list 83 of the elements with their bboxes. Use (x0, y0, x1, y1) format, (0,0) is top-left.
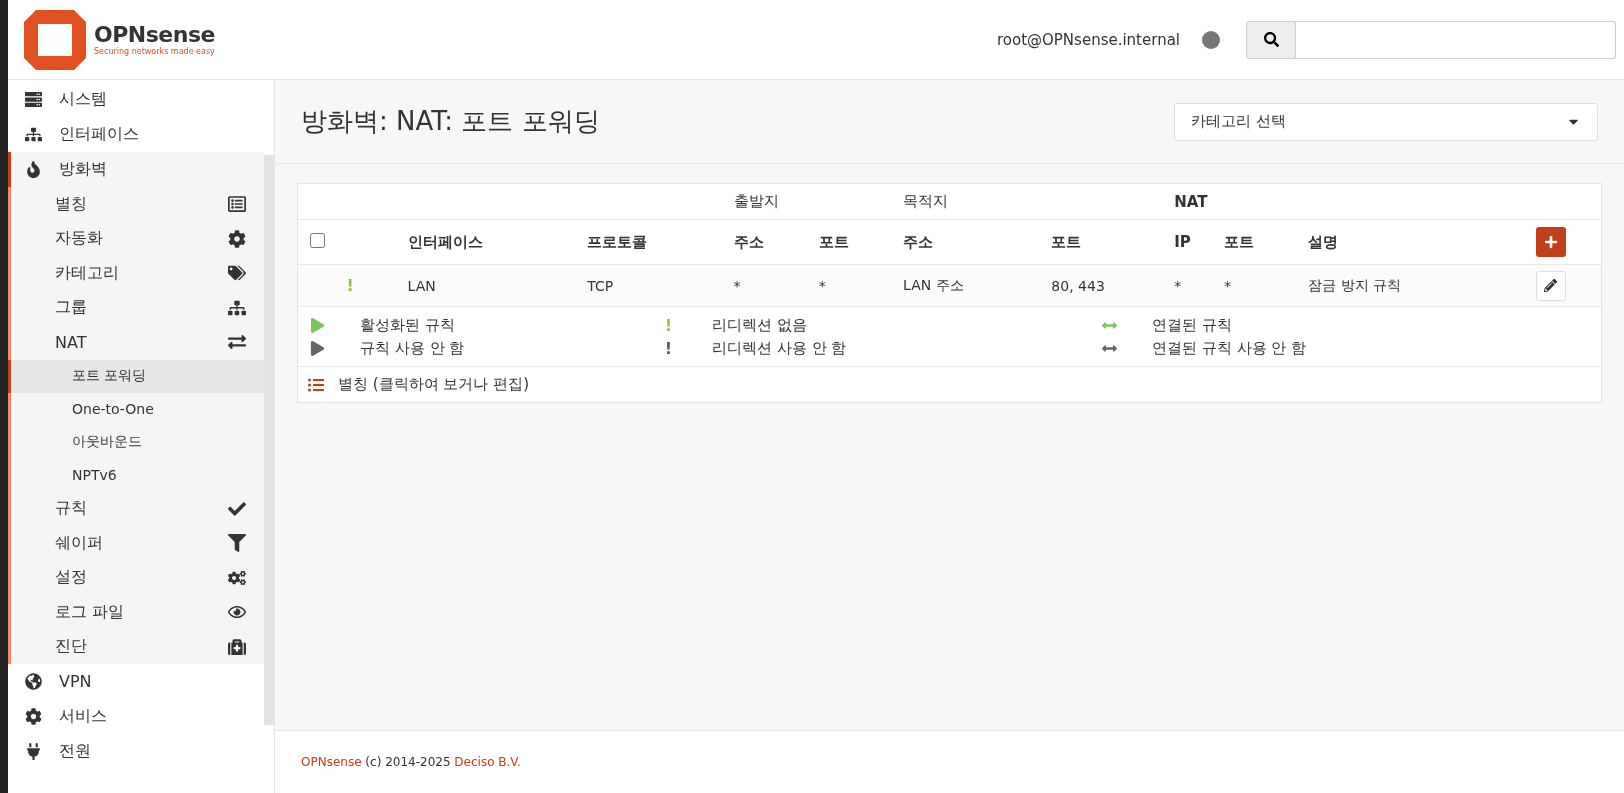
sidebar-item-icon (228, 264, 246, 283)
table-cell: LAN 주소 (903, 276, 964, 293)
page-title: 방화벽: NAT: 포트 포워딩 (301, 105, 601, 138)
search-field[interactable] (1296, 20, 1616, 59)
sidebar-item[interactable]: One-to-One (11, 392, 264, 426)
column-group-header: 목적지 (903, 192, 949, 210)
sidebar-item-icon (25, 673, 45, 690)
sidebar-item-icon (228, 568, 246, 587)
sidebar-item[interactable]: 로그 파일 (11, 595, 264, 630)
sidebar-item-icon (25, 126, 45, 143)
sidebar-item[interactable]: VPN (8, 664, 264, 699)
legend-label: 활성화된 규칙 (360, 316, 455, 335)
column-header: 인터페이스 (407, 232, 483, 251)
sidebar-item-icon (228, 333, 246, 352)
sidebar-item-icon (228, 499, 246, 518)
edit-button[interactable] (1535, 270, 1566, 301)
sidebar-item-icon (228, 534, 246, 553)
sidebar-item[interactable]: 규칙 (11, 491, 264, 526)
sidebar-item-icon (228, 195, 246, 214)
add-button[interactable] (1535, 227, 1566, 257)
table-cell: TCP (587, 277, 614, 294)
legend-label: 리디렉션 사용 안 함 (712, 339, 847, 358)
logo-name: OPNsense (94, 22, 215, 47)
table-cell: 80, 443 (1051, 277, 1105, 294)
sidebar-item-icon (25, 91, 45, 108)
alias-link[interactable]: 별칭 (클릭하여 보거나 편집) (338, 375, 529, 394)
sidebar-item[interactable]: 시스템 (8, 82, 264, 117)
sidebar-item-icon (228, 637, 246, 656)
scrollbar[interactable] (264, 155, 274, 725)
category-select[interactable]: 카테고리 선택 (1174, 102, 1598, 141)
column-header: 주소 (903, 232, 934, 251)
sidebar-item[interactable]: 인터페이스 (8, 117, 264, 152)
table-cell: LAN (407, 277, 436, 294)
footer-link[interactable]: OPNsense (301, 755, 362, 769)
table-cell: * (1174, 277, 1182, 294)
sidebar-item[interactable]: 설정 (11, 560, 264, 595)
list-icon (308, 376, 324, 393)
logo-icon (24, 9, 86, 70)
pencil-icon (1544, 279, 1558, 292)
column-group-header: 출발지 (733, 192, 779, 210)
sidebar-item[interactable]: 전원 (8, 734, 264, 769)
table-cell: * (1224, 277, 1231, 294)
logo-tagline: Securing networks made easy (94, 46, 215, 57)
sidebar-item[interactable]: 그룹 (11, 290, 264, 325)
legend-label: 연결된 규칙 사용 안 함 (1152, 339, 1307, 358)
footer-link[interactable]: Deciso B.V. (454, 755, 521, 769)
column-header: 포트 (1224, 232, 1254, 251)
search-icon (1263, 32, 1279, 47)
play-icon (310, 318, 325, 333)
column-header: 설명 (1308, 232, 1339, 251)
sidebar-item[interactable]: NPTv6 (11, 458, 264, 492)
column-header: 포트 (1051, 232, 1082, 251)
select-all-checkbox[interactable] (310, 232, 325, 248)
copyright-text: OPNsense (c) 2014-2025 Deciso B.V. (301, 755, 521, 769)
user-name: root@OPNsense.internal (996, 30, 1180, 49)
search-button[interactable] (1246, 20, 1296, 59)
column-header: 포트 (818, 232, 849, 251)
sidebar-item[interactable]: NAT (11, 325, 264, 360)
legend-label: 연결된 규칙 (1152, 316, 1232, 335)
legend-label: 규칙 사용 안 함 (360, 339, 465, 358)
sidebar-item[interactable]: 쉐이퍼 (11, 526, 264, 561)
table-cell: 잠금 방지 규칙 (1308, 276, 1402, 293)
sidebar-item[interactable]: 서비스 (8, 699, 264, 734)
sidebar-item[interactable]: 별칭 (11, 187, 264, 222)
sidebar-item-icon (228, 229, 246, 248)
column-header: 프로토콜 (587, 232, 648, 251)
column-header: IP (1174, 233, 1191, 251)
sidebar-item-icon (228, 298, 246, 317)
column-group-header: NAT (1174, 192, 1208, 211)
status-mark: ! (665, 339, 673, 358)
sidebar-item[interactable]: 자동화 (11, 221, 264, 256)
sidebar-item[interactable]: 카테고리 (11, 256, 264, 291)
sidebar-item[interactable]: 포트 포워딩 (8, 359, 264, 393)
status-mark: ! (665, 316, 673, 335)
sidebar-item[interactable]: 진단 (11, 629, 264, 664)
sidebar-item[interactable]: 아웃바운드 (11, 425, 264, 459)
play-icon (310, 341, 325, 356)
table-cell: * (818, 277, 826, 294)
legend-label: 리디렉션 없음 (712, 316, 807, 335)
column-header: 주소 (733, 232, 764, 251)
plus-icon (1543, 235, 1558, 249)
table-cell: * (733, 277, 741, 294)
status-mark: ! (346, 276, 354, 295)
